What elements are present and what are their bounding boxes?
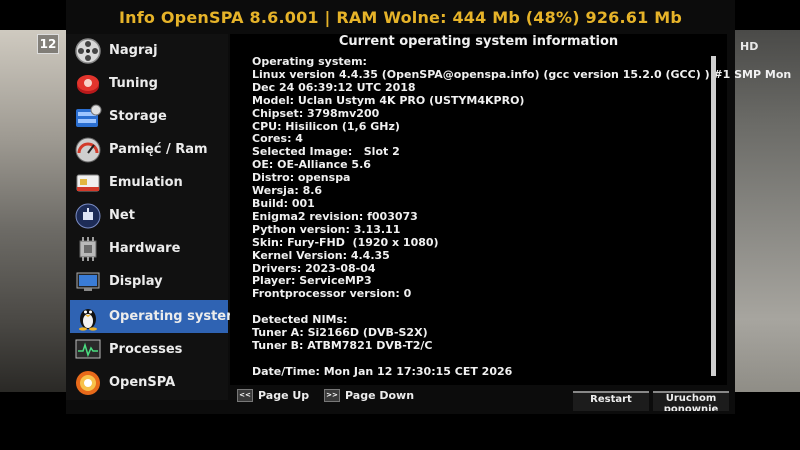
info-content: Current operating system information Ope… (230, 34, 791, 385)
restart-button[interactable]: Restart (573, 391, 649, 411)
tuning-icon (77, 74, 99, 94)
background-right-strip (735, 30, 800, 392)
sidebar-item-operating-system[interactable]: Operating system (70, 300, 240, 333)
film-reel-icon (75, 37, 101, 64)
smartcard-icon (76, 174, 100, 191)
storage-icon (76, 104, 102, 127)
os-info-text: Operating system: Linux version 4.4.35 (… (252, 55, 791, 378)
cpu-chip-icon (79, 236, 97, 261)
sidebar-item-label: Operating system (109, 309, 240, 324)
sidebar-item-emulation[interactable]: Emulation (70, 166, 228, 199)
penguin-icon (79, 308, 97, 331)
channel-number-badge: 12 (37, 34, 59, 54)
sidebar-item-processes[interactable]: Processes (70, 333, 228, 366)
sidebar-item-openspa[interactable]: OpenSPA (70, 366, 228, 399)
page-down-key-icon: >> (324, 389, 340, 402)
sidebar-item-pamiec-ram[interactable]: Pamięć / Ram (70, 133, 228, 166)
sidebar-item-nagraj[interactable]: Nagraj (70, 34, 228, 67)
memory-gauge-icon (75, 137, 101, 162)
sidebar-item-label: Pamięć / Ram (109, 142, 208, 157)
sidebar: Nagraj Tuning Storage Pamięć / Ram Emula… (66, 34, 240, 400)
sidebar-item-label: Emulation (109, 175, 183, 190)
info-panel: Info OpenSPA 8.6.001 | RAM Wolne: 444 Mb… (66, 0, 791, 414)
page-up-label: Page Up (258, 389, 310, 402)
sidebar-item-label: Tuning (109, 76, 158, 91)
sidebar-item-label: Net (109, 208, 135, 223)
sidebar-item-hardware[interactable]: Hardware (70, 232, 228, 265)
page-up-key-icon: << (237, 389, 253, 402)
sidebar-item-label: Processes (109, 342, 183, 357)
page-up-button[interactable]: << Page Up (237, 389, 309, 402)
hd-badge: HD (740, 40, 759, 53)
footer-bar: << Page Up >> Page Down Restart Uruchom … (230, 385, 735, 414)
scrollbar[interactable] (711, 56, 716, 376)
page-down-button[interactable]: >> Page Down (324, 389, 414, 402)
reboot-button[interactable]: Uruchom ponownie (653, 391, 729, 411)
sidebar-item-label: Display (109, 274, 163, 289)
sidebar-item-display[interactable]: Display (70, 265, 228, 298)
page-down-label: Page Down (345, 389, 415, 402)
background-left-strip (0, 30, 66, 392)
openspa-logo-icon (76, 370, 100, 395)
sidebar-item-tuning[interactable]: Tuning (70, 67, 228, 100)
display-icon (76, 272, 100, 291)
scrollbar-thumb[interactable] (711, 56, 716, 376)
content-title: Current operating system information (338, 34, 619, 49)
window-title: Info OpenSPA 8.6.001 | RAM Wolne: 444 Mb… (119, 7, 682, 27)
network-icon (75, 203, 101, 228)
monitor-icon (75, 339, 101, 358)
sidebar-item-label: Storage (109, 109, 167, 124)
sidebar-item-label: Nagraj (109, 43, 158, 58)
sidebar-item-storage[interactable]: Storage (70, 100, 228, 133)
sidebar-item-label: OpenSPA (109, 375, 176, 390)
sidebar-item-label: Hardware (109, 241, 181, 256)
sidebar-item-net[interactable]: Net (70, 199, 228, 232)
